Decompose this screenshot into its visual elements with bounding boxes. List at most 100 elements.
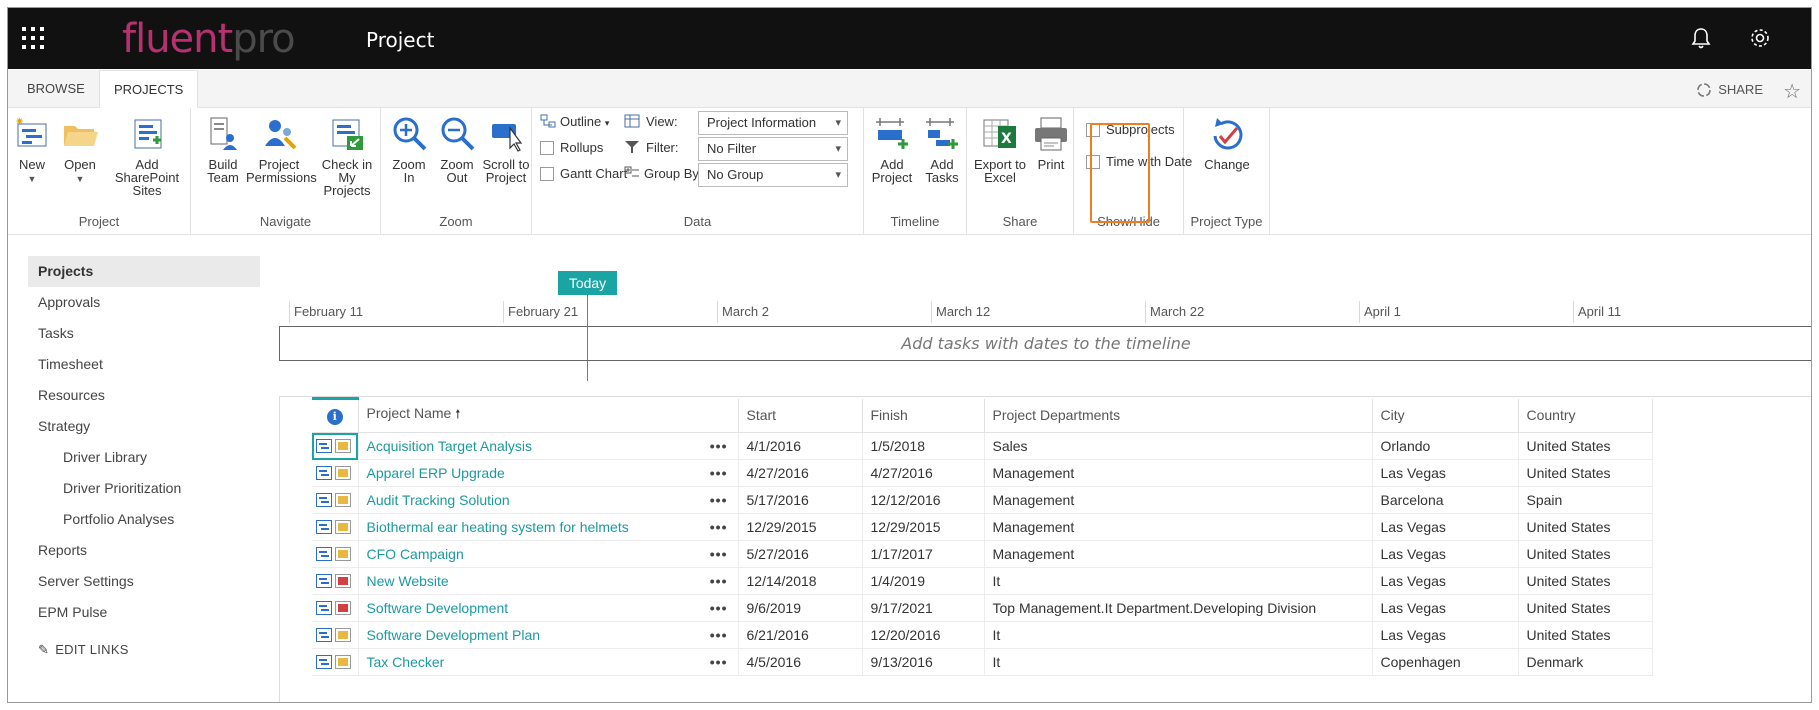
row-icons-cell[interactable] xyxy=(312,594,359,622)
row-menu-icon[interactable]: ••• xyxy=(710,465,728,481)
nav-approvals[interactable]: Approvals xyxy=(28,287,260,318)
export-to-excel-button[interactable]: X Export to Excel xyxy=(971,114,1029,184)
schedule-icon[interactable] xyxy=(335,493,351,507)
schedule-alert-icon[interactable] xyxy=(335,601,351,615)
build-team-button[interactable]: Build Team xyxy=(201,114,245,184)
row-menu-icon[interactable]: ••• xyxy=(710,573,728,589)
row-menu-icon[interactable]: ••• xyxy=(710,627,728,643)
project-name-cell[interactable]: New Website ••• xyxy=(358,567,739,595)
table-row[interactable]: Audit Tracking Solution ••• 5/17/2016 12/12… xyxy=(312,486,1653,514)
schedule-icon[interactable] xyxy=(335,628,351,642)
project-name-cell[interactable]: Apparel ERP Upgrade ••• xyxy=(358,459,739,487)
project-link[interactable]: Software Development xyxy=(367,600,509,616)
column-header-start[interactable]: Start xyxy=(738,398,863,433)
suite-title[interactable]: Project xyxy=(366,28,434,52)
share-button[interactable]: SHARE xyxy=(1696,82,1763,98)
zoom-out-button[interactable]: Zoom Out xyxy=(435,114,479,184)
project-name-cell[interactable]: Biothermal ear heating system for helmet… xyxy=(358,513,739,541)
project-name-cell[interactable]: Acquisition Target Analysis ••• xyxy=(358,432,739,460)
project-name-cell[interactable]: Software Development Plan ••• xyxy=(358,621,739,649)
project-detail-icon[interactable] xyxy=(316,439,332,453)
project-detail-icon[interactable] xyxy=(316,547,332,561)
tab-projects[interactable]: PROJECTS xyxy=(99,70,199,108)
info-column-header[interactable]: i xyxy=(312,397,359,433)
nav-projects[interactable]: Projects xyxy=(28,256,260,287)
edit-links-button[interactable]: ✎ EDIT LINKS xyxy=(28,642,260,658)
table-row[interactable]: Acquisition Target Analysis ••• 4/1/2016 1/… xyxy=(312,432,1653,460)
project-link[interactable]: New Website xyxy=(367,573,449,589)
rollups-checkbox[interactable]: Rollups xyxy=(540,140,603,155)
add-tasks-button[interactable]: Add Tasks xyxy=(918,114,966,184)
row-icons-cell[interactable] xyxy=(312,432,359,460)
tab-browse[interactable]: BROWSE xyxy=(13,70,99,108)
view-select[interactable]: Project Information xyxy=(698,111,848,135)
table-row[interactable]: Software Development ••• 9/6/2019 9/17/2021… xyxy=(312,594,1653,622)
scroll-to-project-button[interactable]: Scroll to Project xyxy=(481,114,531,184)
schedule-icon[interactable] xyxy=(335,655,351,669)
add-sharepoint-sites-button[interactable]: Add SharePoint Sites xyxy=(104,114,190,197)
table-row[interactable]: Apparel ERP Upgrade ••• 4/27/2016 4/27/2016… xyxy=(312,459,1653,487)
row-menu-icon[interactable]: ••• xyxy=(710,519,728,535)
change-project-type-button[interactable]: Change xyxy=(1198,114,1256,171)
nav-tasks[interactable]: Tasks xyxy=(28,318,260,349)
table-row[interactable]: Software Development Plan ••• 6/21/2016 12/… xyxy=(312,621,1653,649)
row-icons-cell[interactable] xyxy=(312,567,359,595)
nav-strategy[interactable]: Strategy xyxy=(28,411,260,442)
zoom-in-button[interactable]: Zoom In xyxy=(387,114,431,184)
schedule-icon[interactable] xyxy=(335,439,351,453)
table-row[interactable]: New Website ••• 12/14/2018 1/4/2019 It Las Ve… xyxy=(312,567,1653,595)
project-detail-icon[interactable] xyxy=(316,520,332,534)
open-button[interactable]: Open ▼ xyxy=(58,114,102,186)
schedule-alert-icon[interactable] xyxy=(335,574,351,588)
row-icons-cell[interactable] xyxy=(312,540,359,568)
row-menu-icon[interactable]: ••• xyxy=(710,438,728,454)
project-link[interactable]: Biothermal ear heating system for helmet… xyxy=(367,519,629,535)
timeline-bar[interactable]: Add tasks with dates to the timeline xyxy=(279,326,1811,361)
schedule-icon[interactable] xyxy=(335,520,351,534)
row-menu-icon[interactable]: ••• xyxy=(710,492,728,508)
add-project-button[interactable]: Add Project xyxy=(868,114,916,184)
column-header-city[interactable]: City xyxy=(1372,398,1519,433)
project-name-cell[interactable]: Audit Tracking Solution ••• xyxy=(358,486,739,514)
project-detail-icon[interactable] xyxy=(316,493,332,507)
column-header-project-name[interactable]: Project Name 🠕 xyxy=(358,398,739,433)
fluentpro-logo[interactable]: fluentpro xyxy=(122,16,296,62)
print-button[interactable]: Print xyxy=(1029,114,1073,171)
row-icons-cell[interactable] xyxy=(312,486,359,514)
row-icons-cell[interactable] xyxy=(312,513,359,541)
project-link[interactable]: CFO Campaign xyxy=(367,546,464,562)
project-detail-icon[interactable] xyxy=(316,466,332,480)
nav-driver-library[interactable]: Driver Library xyxy=(28,442,260,473)
group-by-select[interactable]: No Group xyxy=(698,163,848,187)
project-link[interactable]: Apparel ERP Upgrade xyxy=(367,465,505,481)
column-header-finish[interactable]: Finish xyxy=(862,398,985,433)
project-link[interactable]: Audit Tracking Solution xyxy=(367,492,510,508)
app-launcher-icon[interactable] xyxy=(22,27,44,49)
settings-gear-icon[interactable] xyxy=(1747,25,1773,51)
table-row[interactable]: Biothermal ear heating system for helmet… xyxy=(312,513,1653,541)
filter-select[interactable]: No Filter xyxy=(698,137,848,161)
row-icons-cell[interactable] xyxy=(312,648,359,676)
rollups-check[interactable] xyxy=(540,141,554,155)
nav-server-settings[interactable]: Server Settings xyxy=(28,566,260,597)
row-menu-icon[interactable]: ••• xyxy=(710,546,728,562)
follow-star-icon[interactable]: ☆ xyxy=(1783,79,1801,104)
nav-resources[interactable]: Resources xyxy=(28,380,260,411)
project-link[interactable]: Software Development Plan xyxy=(367,627,541,643)
project-detail-icon[interactable] xyxy=(316,628,332,642)
nav-reports[interactable]: Reports xyxy=(28,535,260,566)
project-detail-icon[interactable] xyxy=(316,655,332,669)
gantt-chart-checkbox[interactable]: Gantt Chart xyxy=(540,166,627,181)
project-detail-icon[interactable] xyxy=(316,574,332,588)
project-link[interactable]: Acquisition Target Analysis xyxy=(367,438,533,454)
row-menu-icon[interactable]: ••• xyxy=(710,654,728,670)
notifications-bell-icon[interactable] xyxy=(1688,25,1714,51)
check-in-projects-button[interactable]: Check in My Projects xyxy=(313,114,381,197)
outline-dropdown[interactable]: Outline ▾ xyxy=(540,114,609,129)
nav-portfolio-analyses[interactable]: Portfolio Analyses xyxy=(28,504,260,535)
schedule-icon[interactable] xyxy=(335,547,351,561)
column-header-departments[interactable]: Project Departments xyxy=(984,398,1373,433)
table-row[interactable]: Tax Checker ••• 4/5/2016 9/13/2016 It Copenha… xyxy=(312,648,1653,676)
row-icons-cell[interactable] xyxy=(312,621,359,649)
nav-epm-pulse[interactable]: EPM Pulse xyxy=(28,597,260,628)
